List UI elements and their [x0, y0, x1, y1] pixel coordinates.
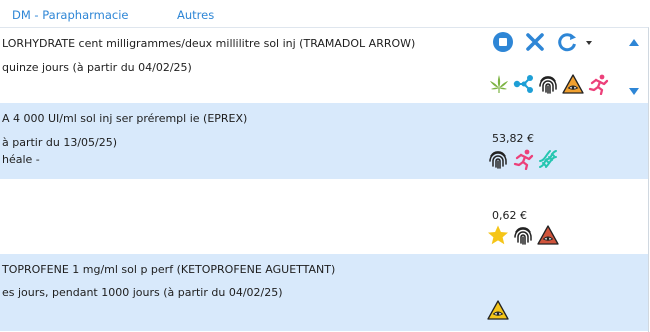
list-item[interactable]: LORHYDRATE cent milligrammes/deux millil… [0, 28, 648, 103]
fingerprint-icon [539, 76, 557, 94]
refresh-icon [558, 33, 576, 52]
doping-runner-icon [588, 74, 609, 95]
close-icon [526, 33, 544, 51]
price: 0,62 € [492, 209, 527, 222]
cannabis-leaf-icon [490, 75, 508, 93]
tab-bar: DM - Parapharmacie Autres [0, 0, 650, 28]
tab-dm-parapharmacie[interactable]: DM - Parapharmacie [12, 8, 128, 22]
price: 53,82 € [492, 132, 534, 145]
drowsiness-warning-icon [537, 225, 559, 245]
star-icon [488, 225, 508, 245]
list-item[interactable]: A 4 000 UI/ml sol inj ser prérempl ie (E… [0, 103, 648, 179]
stop-button[interactable] [492, 31, 514, 56]
posology: à partir du 13/05/25) [2, 136, 118, 149]
dna-icon [539, 150, 557, 168]
drug-name: A 4 000 UI/ml sol inj ser prérempl ie (E… [2, 112, 248, 125]
arrow-up-icon [629, 39, 639, 46]
more-menu-button[interactable] [585, 37, 593, 50]
posology-detail: héale - [2, 153, 40, 166]
doping-runner-icon [513, 149, 534, 170]
scroll-up-button[interactable] [628, 37, 640, 50]
drowsiness-warning-icon [487, 300, 509, 320]
molecule-icon [513, 75, 533, 93]
scroll-down-button[interactable] [628, 86, 640, 99]
renew-button[interactable] [556, 31, 580, 56]
fingerprint-icon [514, 227, 532, 245]
posology: es jours, pendant 1000 jours (à partir d… [2, 286, 283, 299]
delete-button[interactable] [524, 31, 546, 56]
drug-name: LORHYDRATE cent milligrammes/deux millil… [2, 37, 416, 50]
stop-icon [493, 32, 513, 52]
caret-down-icon [586, 41, 592, 45]
drowsiness-warning-icon [562, 74, 584, 94]
posology: quinze jours (à partir du 04/02/25) [2, 61, 192, 74]
tab-autres[interactable]: Autres [177, 8, 214, 22]
list-item[interactable]: TOPROFENE 1 mg/ml sol p perf (KETOPROFEN… [0, 254, 648, 331]
list-item[interactable]: 0,62 € [0, 179, 648, 254]
fingerprint-icon [489, 151, 507, 169]
drug-name: TOPROFENE 1 mg/ml sol p perf (KETOPROFEN… [2, 263, 336, 276]
arrow-down-icon [629, 88, 639, 95]
